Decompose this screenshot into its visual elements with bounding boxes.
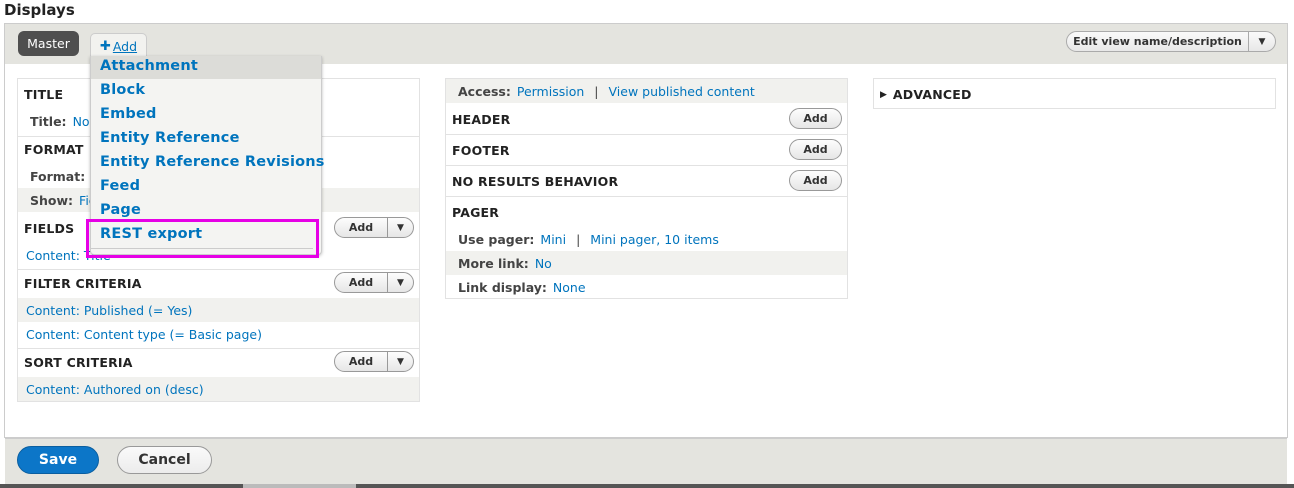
link-display-row: Link display: None (446, 275, 847, 299)
access-label: Access: (458, 83, 511, 99)
header-add-button[interactable]: Add (789, 108, 842, 129)
separator: | (594, 83, 599, 99)
cancel-button[interactable]: Cancel (117, 446, 212, 474)
format-section-heading: FORMAT (24, 142, 84, 157)
sort-add-label: Add (348, 355, 374, 368)
filter-add-label: Add (348, 276, 374, 289)
fields-section-heading: FIELDS (24, 221, 75, 236)
use-pager-label: Use pager: (458, 231, 535, 247)
pager-section-heading: PAGER (452, 205, 500, 220)
edit-view-name-button[interactable]: Edit view name/description ▼ (1066, 31, 1276, 52)
scrollbar-track (0, 484, 1294, 488)
filter-list-item: Content: Content type (= Basic page) (18, 322, 419, 346)
annotation-highlight-box (86, 219, 319, 258)
edit-view-name-label: Edit view name/description (1073, 35, 1242, 48)
sort-section-heading: SORT CRITERIA (24, 355, 133, 370)
sort-link[interactable]: Content: Authored on (desc) (26, 382, 204, 397)
dropdown-item-feed[interactable]: Feed (100, 178, 140, 194)
filter-list-item: Content: Published (= Yes) (18, 298, 419, 322)
pager-options-link[interactable]: Mini pager, 10 items (590, 232, 719, 247)
right-column: ▶ ADVANCED (873, 78, 1276, 109)
no-results-section-heading: NO RESULTS BEHAVIOR (452, 174, 619, 189)
more-link-value[interactable]: No (535, 256, 552, 271)
link-display-label: Link display: (458, 279, 547, 295)
title-section-heading: TITLE (24, 87, 64, 102)
more-link-row: More link: No (446, 251, 847, 275)
header-section-heading: HEADER (452, 112, 511, 127)
add-display-button[interactable]: ✚ Add (90, 33, 147, 58)
access-row: Access: Permission | View published cont… (446, 79, 847, 103)
format-label: Format: (30, 168, 86, 184)
middle-column: Access: Permission | View published cont… (445, 78, 848, 299)
chevron-down-icon[interactable]: ▼ (1249, 37, 1275, 47)
no-results-add-button[interactable]: Add (789, 170, 842, 191)
scrollbar-thumb[interactable] (243, 484, 356, 488)
fields-add-button[interactable]: Add ▼ (334, 217, 414, 238)
sort-list-item: Content: Authored on (desc) (18, 377, 419, 401)
dropdown-item-entity-reference[interactable]: Entity Reference (100, 130, 240, 146)
save-button[interactable]: Save (17, 446, 99, 474)
advanced-label: ADVANCED (892, 87, 972, 102)
filter-link[interactable]: Content: Content type (= Basic page) (26, 327, 262, 342)
show-label: Show: (30, 192, 74, 208)
dropdown-item-attachment[interactable]: Attachment (100, 58, 198, 74)
use-pager-row: Use pager: Mini | Mini pager, 10 items (446, 227, 847, 251)
sort-add-button[interactable]: Add ▼ (334, 351, 414, 372)
chevron-down-icon[interactable]: ▼ (388, 278, 413, 288)
page-title: Displays (4, 1, 75, 19)
access-value-link[interactable]: View published content (609, 84, 755, 99)
footer-section-heading: FOOTER (452, 143, 510, 158)
dropdown-item-page[interactable]: Page (100, 202, 141, 218)
add-display-label: Add (112, 38, 138, 54)
chevron-down-icon[interactable]: ▼ (388, 223, 413, 233)
dropdown-item-block[interactable]: Block (100, 82, 145, 98)
filter-add-button[interactable]: Add ▼ (334, 272, 414, 293)
link-display-value[interactable]: None (553, 280, 586, 295)
chevron-down-icon[interactable]: ▼ (388, 357, 413, 367)
advanced-toggle[interactable]: ▶ ADVANCED (880, 87, 972, 102)
footer-add-button[interactable]: Add (789, 139, 842, 160)
dropdown-item-entity-reference-revisions[interactable]: Entity Reference Revisions (100, 154, 325, 170)
filter-section-heading: FILTER CRITERIA (24, 276, 142, 291)
access-permission-link[interactable]: Permission (517, 84, 584, 99)
separator: | (576, 231, 581, 247)
use-pager-link[interactable]: Mini (540, 232, 566, 247)
filter-link[interactable]: Content: Published (= Yes) (26, 303, 192, 318)
more-link-label: More link: (458, 255, 529, 271)
dropdown-item-embed[interactable]: Embed (100, 106, 157, 122)
plus-icon: ✚ (99, 38, 111, 54)
tab-master[interactable]: Master (18, 31, 79, 56)
title-label: Title: (30, 113, 67, 129)
fields-add-label: Add (348, 221, 374, 234)
triangle-right-icon: ▶ (880, 89, 887, 100)
